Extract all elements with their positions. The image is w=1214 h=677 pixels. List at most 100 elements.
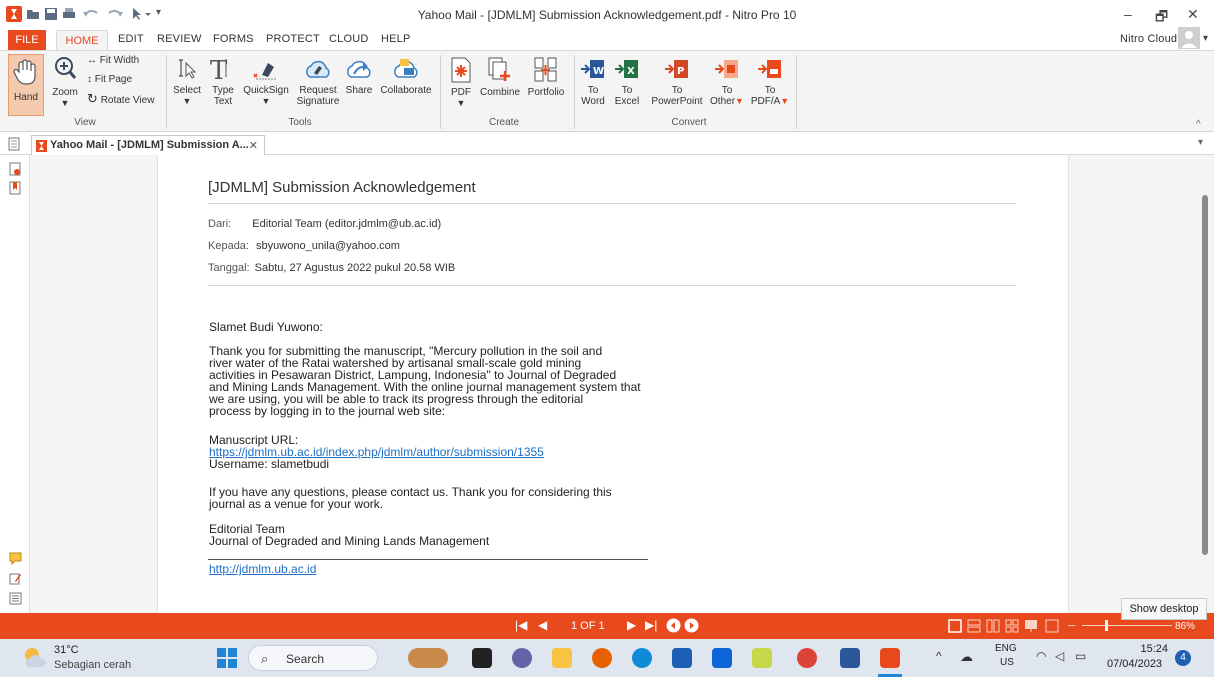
hand-tool-button[interactable]: Hand [8, 54, 44, 116]
volume-icon[interactable]: ◁ [1055, 649, 1064, 663]
tab-cloud[interactable]: CLOUD [329, 33, 369, 45]
notification-badge[interactable]: 4 [1175, 650, 1191, 666]
type-text-label-1: Type [212, 85, 234, 96]
first-page-icon[interactable]: |◀ [515, 618, 527, 632]
tab-edit[interactable]: EDIT [118, 33, 144, 45]
to-excel-button[interactable]: X To Excel [612, 57, 642, 107]
restore-button[interactable]: 🗗 [1155, 6, 1168, 30]
combine-icon [487, 57, 513, 83]
fullscreen-view-icon[interactable] [1045, 619, 1059, 638]
fit-width-button[interactable]: ↔ Fit Width [87, 55, 139, 67]
squirrel-widget-icon[interactable] [408, 648, 448, 668]
fit-width-label: Fit Width [99, 55, 140, 66]
username: Username: slametbudi [209, 457, 330, 471]
select-button[interactable]: Select ▼ [172, 57, 202, 107]
combine-button[interactable]: Combine [478, 57, 522, 98]
zoom-level[interactable]: 86% [1175, 621, 1195, 632]
portfolio-button[interactable]: Portfolio [523, 57, 569, 98]
vertical-scrollbar[interactable] [1198, 155, 1214, 613]
close-tab-icon[interactable]: ✕ [249, 139, 258, 152]
rotate-view-button[interactable]: ↻ Rotate View [87, 92, 154, 107]
dropbox-icon[interactable] [712, 648, 732, 668]
next-page-icon[interactable]: ▶ [627, 618, 636, 632]
comments-panel-icon[interactable] [9, 552, 22, 570]
clock-date[interactable]: 07/04/2023 [1107, 658, 1162, 670]
clock-time[interactable]: 15:24 [1126, 643, 1168, 655]
bookmarks-panel-icon[interactable] [9, 181, 21, 200]
teams-chat-icon[interactable] [512, 648, 532, 668]
account-name[interactable]: Nitro Cloud [1120, 33, 1177, 45]
zoom-out-icon[interactable]: – [1068, 617, 1075, 632]
pdf-page[interactable]: [JDMLM] Submission Acknowledgement Dari:… [157, 155, 1069, 613]
weather-icon[interactable] [22, 645, 48, 676]
last-page-icon[interactable]: ▶| [645, 618, 657, 632]
word-app-icon[interactable] [840, 648, 860, 668]
collapse-ribbon-icon[interactable]: ^ [1196, 119, 1201, 130]
store-icon[interactable] [672, 648, 692, 668]
windows-start-icon[interactable] [217, 648, 237, 673]
to-word-button[interactable]: W To Word [578, 57, 608, 107]
scrollbar-thumb[interactable] [1202, 195, 1208, 555]
previous-page-icon[interactable]: ◀ [538, 618, 547, 632]
taskbar-search-box[interactable]: ⌕ Search [248, 645, 378, 671]
zoom-slider-handle[interactable] [1105, 620, 1108, 631]
tab-list-icon[interactable]: ▾ [1198, 137, 1203, 148]
tab-protect[interactable]: PROTECT [266, 33, 320, 45]
chrome-icon[interactable] [797, 648, 817, 668]
date-value: Sabtu, 27 Agustus 2022 pukul 20.58 WIB [254, 262, 456, 274]
journal-site-link[interactable]: http://jdmlm.ub.ac.id [209, 563, 316, 575]
tab-file[interactable]: FILE [8, 30, 46, 50]
forward-view-icon[interactable] [684, 618, 699, 638]
collaborate-button[interactable]: Collaborate [377, 57, 435, 96]
task-view-icon[interactable] [472, 648, 492, 668]
tab-review[interactable]: REVIEW [157, 33, 202, 45]
presentation-view-icon[interactable] [1024, 619, 1038, 638]
output-panel-icon[interactable] [9, 592, 22, 610]
request-signature-button[interactable]: Request Signature [294, 57, 342, 107]
edge-icon[interactable] [632, 648, 652, 668]
type-text-button[interactable]: T Type Text [207, 57, 239, 107]
chevron-down-icon[interactable]: ▾ [1203, 33, 1208, 44]
notepad-icon[interactable] [752, 648, 772, 668]
to-other-button[interactable]: To Other▼ [707, 57, 747, 107]
facing-view-icon[interactable] [986, 619, 1000, 638]
nitro-app-icon[interactable] [880, 648, 900, 668]
create-pdf-button[interactable]: PDF ▼ [446, 57, 476, 109]
attachments-panel-icon[interactable] [9, 162, 21, 181]
language-region[interactable]: US [1000, 657, 1014, 668]
zoom-slider[interactable] [1082, 625, 1172, 626]
close-button[interactable]: ✕ [1187, 6, 1199, 23]
single-page-view-icon[interactable] [948, 619, 962, 638]
wifi-icon[interactable]: ◠ [1036, 649, 1046, 663]
language-code[interactable]: ENG [995, 643, 1017, 654]
tab-home[interactable]: HOME [56, 30, 108, 50]
show-hidden-icons-icon[interactable]: ^ [936, 649, 942, 663]
tab-help[interactable]: HELP [381, 33, 411, 45]
minimize-button[interactable]: – [1124, 6, 1132, 22]
facing-continuous-view-icon[interactable] [1005, 619, 1019, 638]
page-indicator[interactable]: 1 OF 1 [571, 620, 605, 632]
battery-icon[interactable]: ▭ [1075, 649, 1086, 663]
tab-forms[interactable]: FORMS [213, 33, 254, 45]
quicksign-button[interactable]: QuickSign ▼ [241, 57, 291, 107]
fit-page-button[interactable]: ↕ Fit Page [87, 74, 132, 86]
zoom-button[interactable]: Zoom ▼ [48, 55, 82, 109]
weather-description[interactable]: Sebagian cerah [54, 659, 131, 671]
back-view-icon[interactable] [666, 618, 681, 638]
divider [208, 559, 648, 560]
to-row: Kepada: sbyuwono_unila@yahoo.com [208, 240, 400, 252]
file-explorer-icon[interactable] [552, 648, 572, 668]
tab-document[interactable]: Yahoo Mail - [JDMLM] Submission A... ✕ [31, 135, 265, 155]
signatures-panel-icon[interactable] [9, 572, 22, 590]
to-pdfa-button[interactable]: To PDF/A▼ [748, 57, 792, 107]
continuous-view-icon[interactable] [967, 619, 981, 638]
share-button[interactable]: Share [342, 57, 376, 96]
to-powerpoint-button[interactable]: P To PowerPoint [647, 57, 707, 107]
firefox-icon[interactable] [592, 648, 612, 668]
pages-panel-icon[interactable] [8, 137, 20, 156]
portfolio-label: Portfolio [527, 87, 565, 98]
weather-temperature[interactable]: 31°C [54, 644, 79, 656]
to-label: To [621, 85, 633, 96]
onedrive-icon[interactable]: ☁ [960, 649, 973, 665]
document-canvas[interactable]: [JDMLM] Submission Acknowledgement Dari:… [30, 155, 1198, 613]
